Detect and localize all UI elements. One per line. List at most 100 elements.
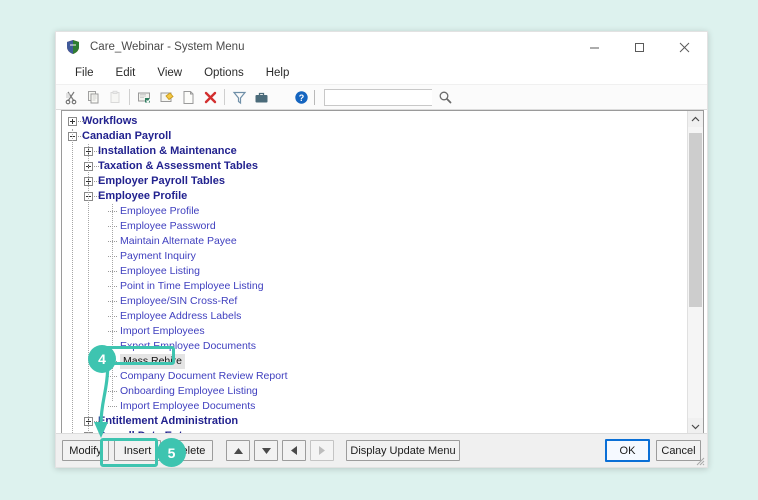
insert-button[interactable]: Insert	[114, 440, 161, 461]
tree-item[interactable]: Employee Profile	[62, 204, 687, 219]
minimize-icon[interactable]	[572, 32, 617, 62]
menu-item-options[interactable]: Options	[193, 65, 255, 81]
window-title: Care_Webinar - System Menu	[90, 41, 245, 53]
tree-guide-line	[112, 204, 114, 401]
tree-item[interactable]: Entitlement Administration	[62, 414, 687, 429]
tree-item[interactable]: Employee Password	[62, 219, 687, 234]
scrollbar-thumb[interactable]	[689, 133, 702, 307]
application-window: Care_Webinar - System Menu File Edit Vie…	[55, 31, 708, 468]
tree-branch-line	[94, 151, 101, 153]
tree-item[interactable]: Onboarding Employee Listing	[62, 384, 687, 399]
move-down-button[interactable]	[254, 440, 278, 461]
tree-item-label: Employee Address Labels	[120, 310, 242, 322]
save-icon[interactable]	[133, 86, 155, 108]
menu-bar: File Edit View Options Help	[56, 62, 707, 85]
tree-item[interactable]: Mass Rehire	[62, 354, 687, 369]
shield-icon	[65, 39, 81, 55]
open-folder-icon[interactable]	[155, 86, 177, 108]
tree-item[interactable]: Employee/SIN Cross-Ref	[62, 294, 687, 309]
display-update-menu-button[interactable]: Display Update Menu	[346, 440, 460, 461]
filter-icon[interactable]	[228, 86, 250, 108]
arrow-right-icon	[319, 446, 325, 455]
move-up-button[interactable]	[226, 440, 250, 461]
tree-vertical-scrollbar[interactable]	[687, 111, 703, 434]
tree-guide-line	[88, 144, 90, 434]
move-left-button[interactable]	[282, 440, 306, 461]
tree-branch-line	[94, 196, 101, 198]
toolbar-separator	[129, 89, 130, 105]
tree-item[interactable]: Employee Address Labels	[62, 309, 687, 324]
title-bar: Care_Webinar - System Menu	[56, 32, 707, 62]
tree-branch-line	[94, 166, 101, 168]
tree-item[interactable]: Employer Payroll Tables	[62, 174, 687, 189]
tree-item[interactable]: Installation & Maintenance	[62, 144, 687, 159]
menu-item-file[interactable]: File	[64, 65, 105, 81]
tree-item-label: Entitlement Administration	[98, 415, 239, 427]
resize-grip-icon[interactable]	[693, 453, 705, 466]
tree-item-label: Onboarding Employee Listing	[120, 385, 258, 397]
svg-text:?: ?	[298, 93, 304, 103]
tree-item-label: Import Employee Documents	[120, 400, 256, 412]
close-icon[interactable]	[662, 32, 707, 62]
window-controls	[572, 32, 707, 62]
tree-item[interactable]: Maintain Alternate Payee	[62, 234, 687, 249]
tree-item[interactable]: Canadian Payroll	[62, 129, 687, 144]
menu-tree-panel[interactable]: Workflows Canadian Payroll Installation & …	[61, 110, 704, 435]
tree-item-label-selected: Mass Rehire	[120, 354, 185, 369]
move-right-button	[310, 440, 334, 461]
tree-item[interactable]: Export Employee Documents	[62, 339, 687, 354]
screenshot-root: Care_Webinar - System Menu File Edit Vie…	[0, 0, 758, 500]
tree-item[interactable]: Employee Profile	[62, 189, 687, 204]
tree-item-label: Import Employees	[120, 325, 205, 337]
tree-item-label: Employee Password	[120, 220, 216, 232]
paste-icon[interactable]	[104, 86, 126, 108]
arrow-left-icon	[291, 446, 297, 455]
tree-item[interactable]: Import Employees	[62, 324, 687, 339]
tree-item[interactable]: Taxation & Assessment Tables	[62, 159, 687, 174]
tree-item[interactable]: Payment Inquiry	[62, 249, 687, 264]
cut-icon[interactable]	[60, 86, 82, 108]
toolbar-divider	[314, 89, 315, 105]
menu-item-edit[interactable]: Edit	[105, 65, 147, 81]
search-input[interactable]	[324, 88, 432, 106]
tree-branch-line	[78, 121, 85, 123]
copy-icon[interactable]	[82, 86, 104, 108]
tree-branch-line	[108, 406, 117, 408]
scroll-down-button[interactable]	[688, 418, 703, 434]
annotation-badge-5: 5	[157, 438, 186, 467]
tree-item-label: Workflows	[82, 115, 138, 127]
tree-item-label: Installation & Maintenance	[98, 145, 237, 157]
toolbar: ?	[56, 85, 707, 110]
modify-button[interactable]: Modify	[62, 440, 109, 461]
help-icon[interactable]: ?	[290, 86, 312, 108]
dialog-button-bar: Modify Insert Delete Display Update Menu…	[56, 433, 707, 467]
menu-tree[interactable]: Workflows Canadian Payroll Installation & …	[62, 111, 687, 434]
tree-item[interactable]: Workflows	[62, 114, 687, 129]
delete-icon[interactable]	[199, 86, 221, 108]
search-icon[interactable]	[432, 88, 458, 106]
tree-item-label: Canadian Payroll	[82, 130, 172, 142]
tree-item-label: Employer Payroll Tables	[98, 175, 225, 187]
tree-item[interactable]: Import Employee Documents	[62, 399, 687, 414]
menu-item-view[interactable]: View	[146, 65, 193, 81]
tree-item-label: Employee Profile	[98, 190, 188, 202]
ok-button[interactable]: OK	[605, 439, 650, 462]
scroll-up-button[interactable]	[688, 111, 703, 127]
tree-item-label: Employee Listing	[120, 265, 200, 277]
menu-item-help[interactable]: Help	[255, 65, 301, 81]
new-document-icon[interactable]	[177, 86, 199, 108]
tree-item[interactable]: Point in Time Employee Listing	[62, 279, 687, 294]
tree-item-label: Maintain Alternate Payee	[120, 235, 237, 247]
arrow-up-icon	[233, 447, 243, 454]
tree-item-label: Export Employee Documents	[120, 340, 256, 352]
briefcase-icon[interactable]	[250, 86, 272, 108]
tree-branch-line	[94, 421, 101, 423]
tree-branch-line	[94, 181, 101, 183]
maximize-icon[interactable]	[617, 32, 662, 62]
tree-item[interactable]: Employee Listing	[62, 264, 687, 279]
tree-item[interactable]: Company Document Review Report	[62, 369, 687, 384]
arrow-down-icon	[261, 447, 271, 454]
annotation-badge-4: 4	[88, 345, 116, 373]
tree-branch-line	[78, 136, 85, 138]
expand-icon[interactable]	[68, 117, 77, 126]
